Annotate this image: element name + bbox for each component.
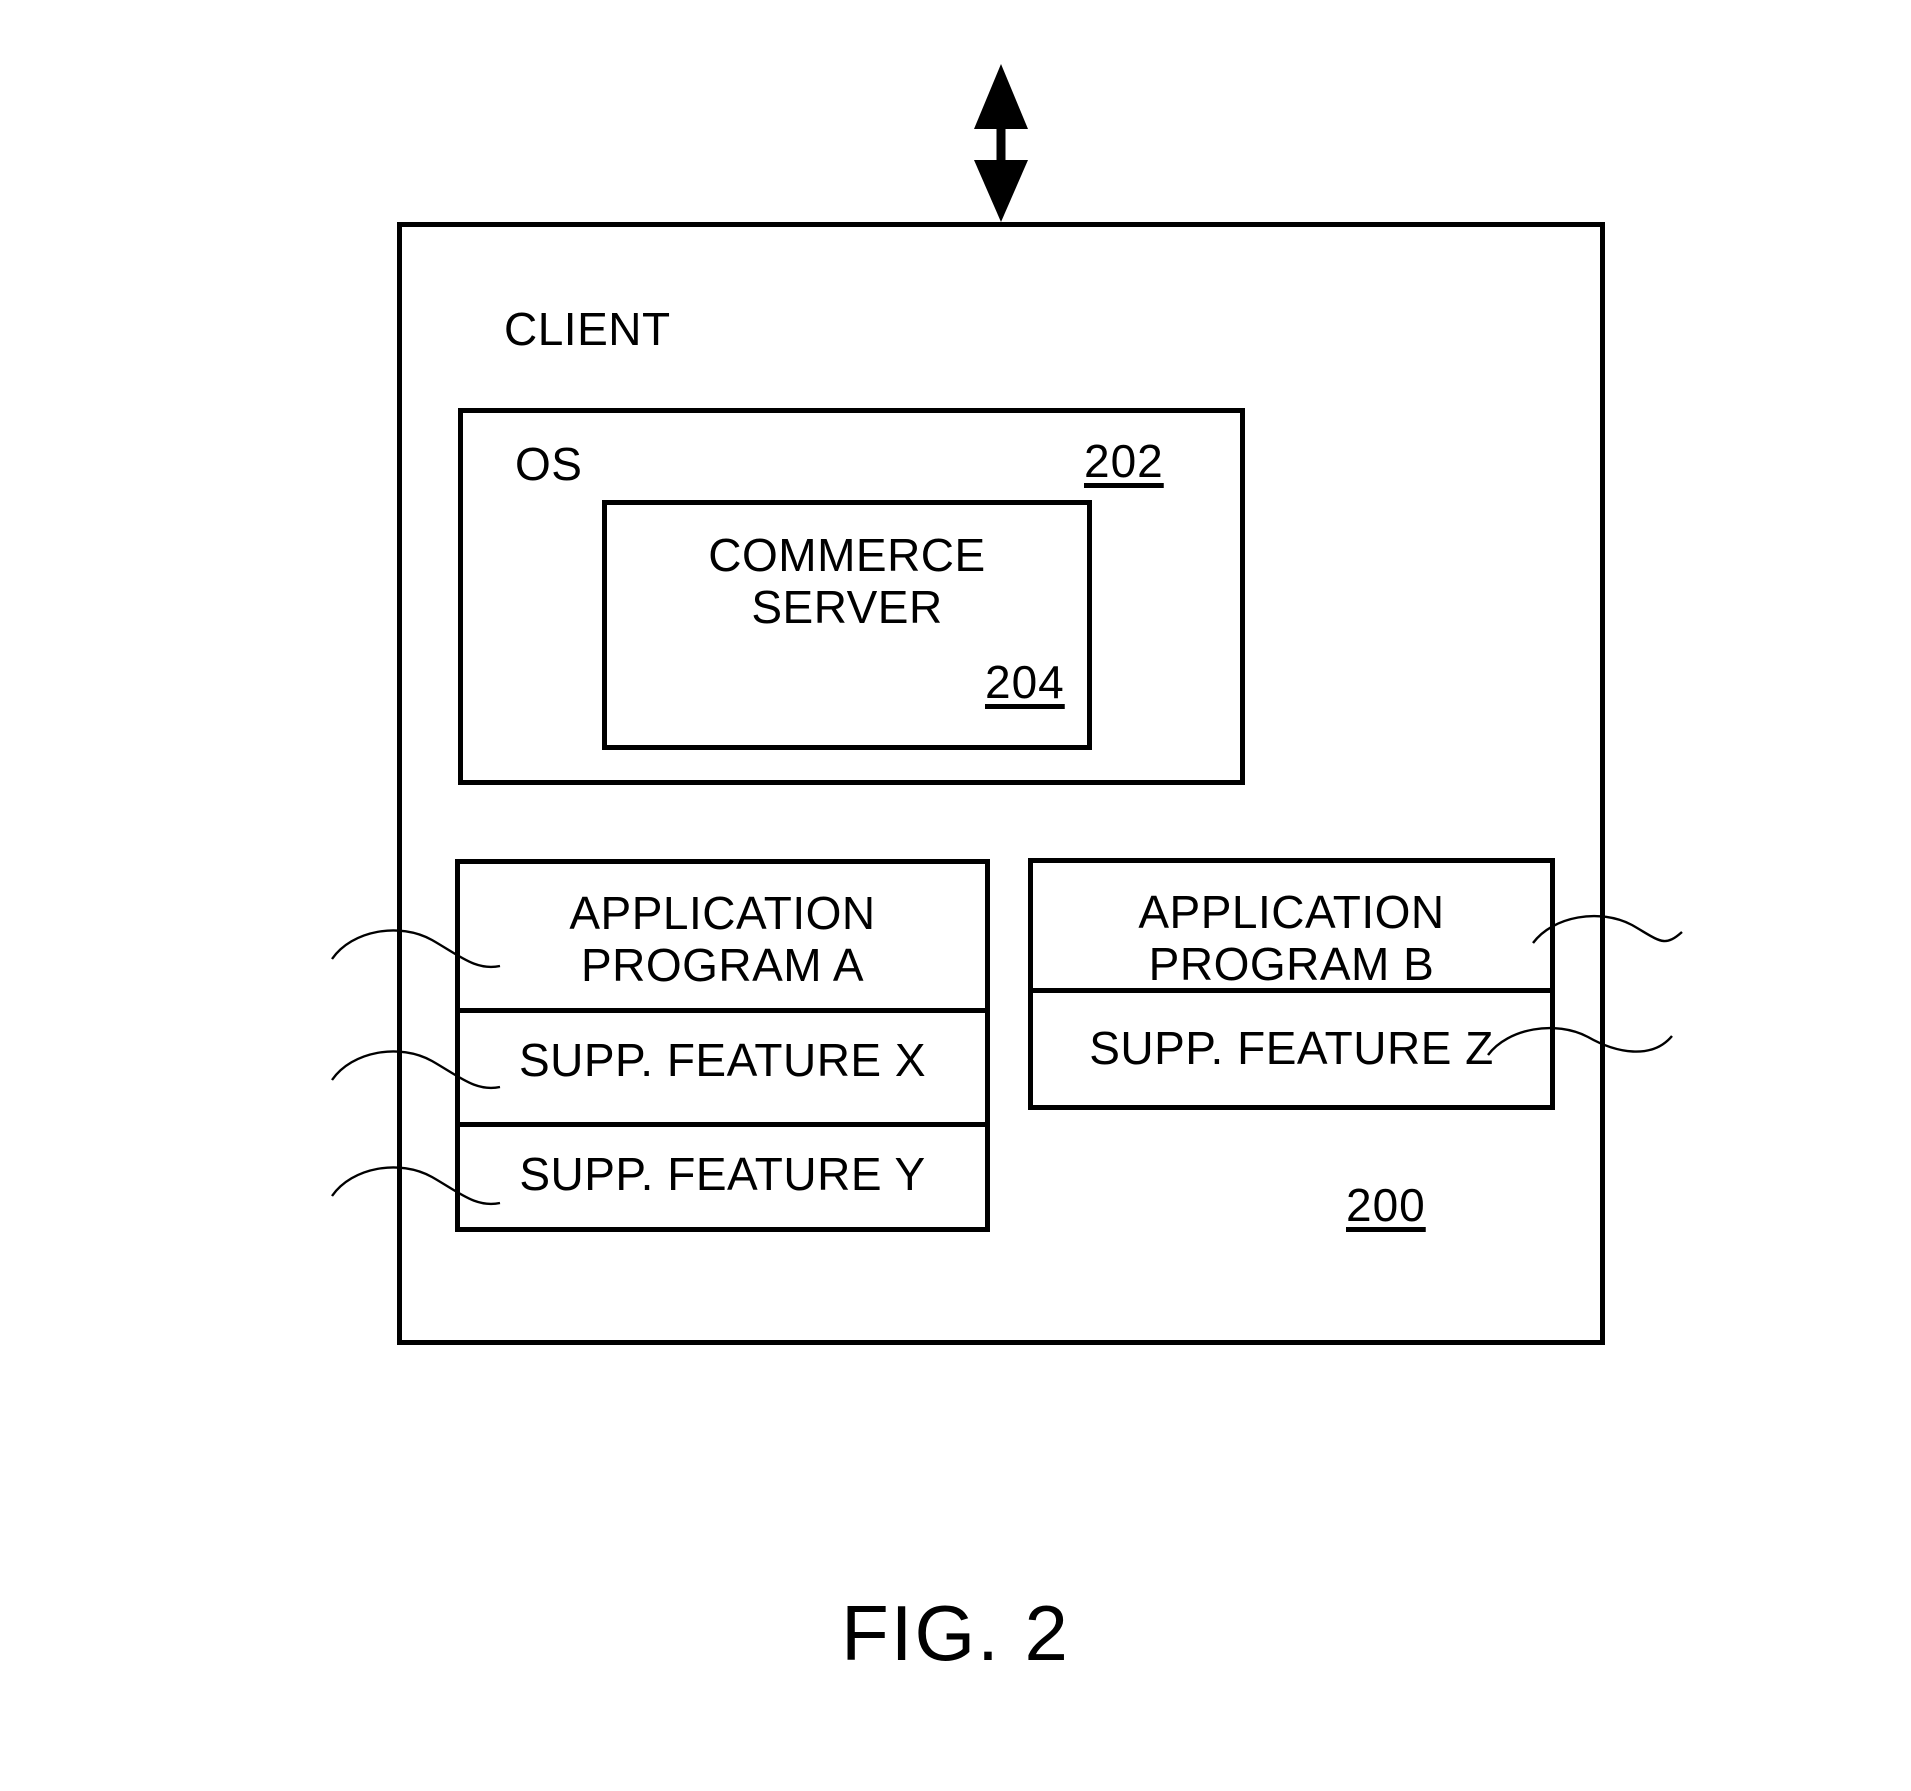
supp-feature-z-label: SUPP. FEATURE Z [1089, 1022, 1494, 1074]
application-program-b-label: APPLICATION PROGRAM B [1138, 886, 1445, 990]
client-label: CLIENT [504, 303, 671, 355]
figure-caption: FIG. 2 [841, 1589, 1070, 1677]
supp-feature-x-label: SUPP. FEATURE X [518, 1034, 927, 1086]
os-label: OS [515, 438, 583, 490]
patent-figure: CLIENT OS 202 COMMERCE SERVER 204 APPLIC… [0, 0, 1911, 1791]
ref-numeral-202: 202 [1084, 435, 1164, 487]
divider [460, 1122, 985, 1127]
commerce-server-label: COMMERCE SERVER [708, 529, 986, 633]
ref-numeral-204: 204 [985, 656, 1065, 708]
divider [460, 1008, 985, 1013]
network-link-arrow [974, 64, 1028, 222]
supp-feature-y-label: SUPP. FEATURE Y [519, 1148, 926, 1200]
application-program-a-label: APPLICATION PROGRAM A [569, 887, 876, 991]
ref-numeral-200: 200 [1346, 1179, 1426, 1231]
